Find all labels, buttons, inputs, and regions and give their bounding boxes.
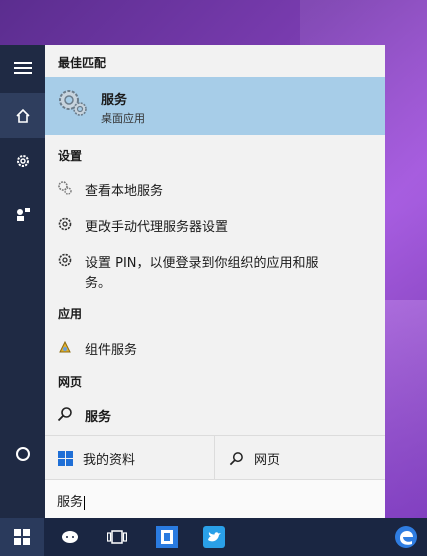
edge-logo-icon	[395, 526, 417, 548]
apps-header: 应用	[58, 307, 83, 321]
search-icon	[229, 451, 244, 466]
component-services-icon	[59, 340, 71, 353]
settings-rail-button[interactable]	[0, 138, 45, 183]
search-box[interactable]: 服务	[45, 479, 385, 518]
settings-item-label: 查看本地服务	[85, 184, 164, 199]
search-input-value: 服务	[57, 495, 84, 510]
search-input[interactable]: 服务	[57, 491, 86, 510]
best-match-header: 最佳匹配	[58, 56, 107, 70]
settings-item-label-cont: 务。	[85, 276, 112, 291]
gear-icon	[58, 253, 72, 267]
services-gear-icon	[59, 90, 87, 116]
chat-bubble-icon	[62, 531, 78, 543]
feedback-rail-button[interactable]	[0, 191, 45, 236]
web-item-services[interactable]: 服务	[45, 399, 385, 429]
gear-icon	[58, 217, 72, 231]
web-header: 网页	[58, 375, 83, 389]
windows-logo-icon	[14, 529, 30, 545]
feedback-icon	[16, 207, 30, 221]
my-stuff-label: 我的资料	[83, 452, 136, 468]
bird-icon	[203, 526, 225, 548]
cortana-circle-icon	[15, 446, 30, 461]
apps-item-label: 组件服务	[85, 343, 138, 358]
best-match-item[interactable]: 服务 桌面应用	[45, 77, 385, 135]
web-item-label: 服务	[85, 410, 112, 425]
wallpaper-light-streak-2	[385, 300, 427, 520]
task-view-button[interactable]	[95, 518, 139, 556]
local-services-icon	[58, 181, 72, 195]
web-filter-label: 网页	[254, 452, 281, 468]
best-match-subtitle: 桌面应用	[101, 112, 145, 125]
cortana-button[interactable]	[0, 431, 45, 476]
settings-item-pin[interactable]: 设置 PIN，以便登录到你组织的应用和服 务。	[45, 245, 385, 295]
gear-icon	[16, 154, 29, 167]
home-icon	[15, 108, 30, 123]
start-button[interactable]	[0, 518, 44, 556]
settings-header: 设置	[58, 149, 83, 163]
settings-item-proxy[interactable]: 更改手动代理服务器设置	[45, 209, 385, 239]
my-stuff-filter-button[interactable]: 我的资料	[45, 436, 215, 480]
text-caret	[84, 495, 86, 510]
apps-item-component-services[interactable]: 组件服务	[45, 332, 385, 362]
windows-logo-icon	[58, 450, 73, 466]
taskbar-app-button[interactable]	[145, 518, 189, 556]
taskbar-edge-button[interactable]	[385, 518, 427, 556]
settings-item-local-services[interactable]: 查看本地服务	[45, 173, 385, 203]
search-icon	[57, 407, 72, 422]
settings-item-label: 设置 PIN，以便登录到你组织的应用和服	[85, 256, 319, 271]
taskbar	[0, 518, 427, 556]
home-button[interactable]	[0, 93, 45, 138]
web-filter-button[interactable]: 网页	[216, 436, 385, 480]
start-left-rail	[0, 45, 45, 518]
app-tile-icon	[156, 526, 178, 548]
taskbar-twitter-button[interactable]	[192, 518, 236, 556]
best-match-title: 服务	[101, 93, 128, 108]
hamburger-icon	[13, 61, 32, 74]
search-results-panel: 最佳匹配 服务 桌面应用 设置 查看本地服务 更改手动代理服务器设置 设置 PI…	[45, 45, 385, 518]
hamburger-menu-button[interactable]	[0, 45, 45, 90]
search-filters: 我的资料 网页	[45, 435, 385, 480]
settings-item-label: 更改手动代理服务器设置	[85, 220, 229, 235]
task-view-icon	[107, 530, 127, 544]
taskbar-chat-button[interactable]	[48, 518, 92, 556]
